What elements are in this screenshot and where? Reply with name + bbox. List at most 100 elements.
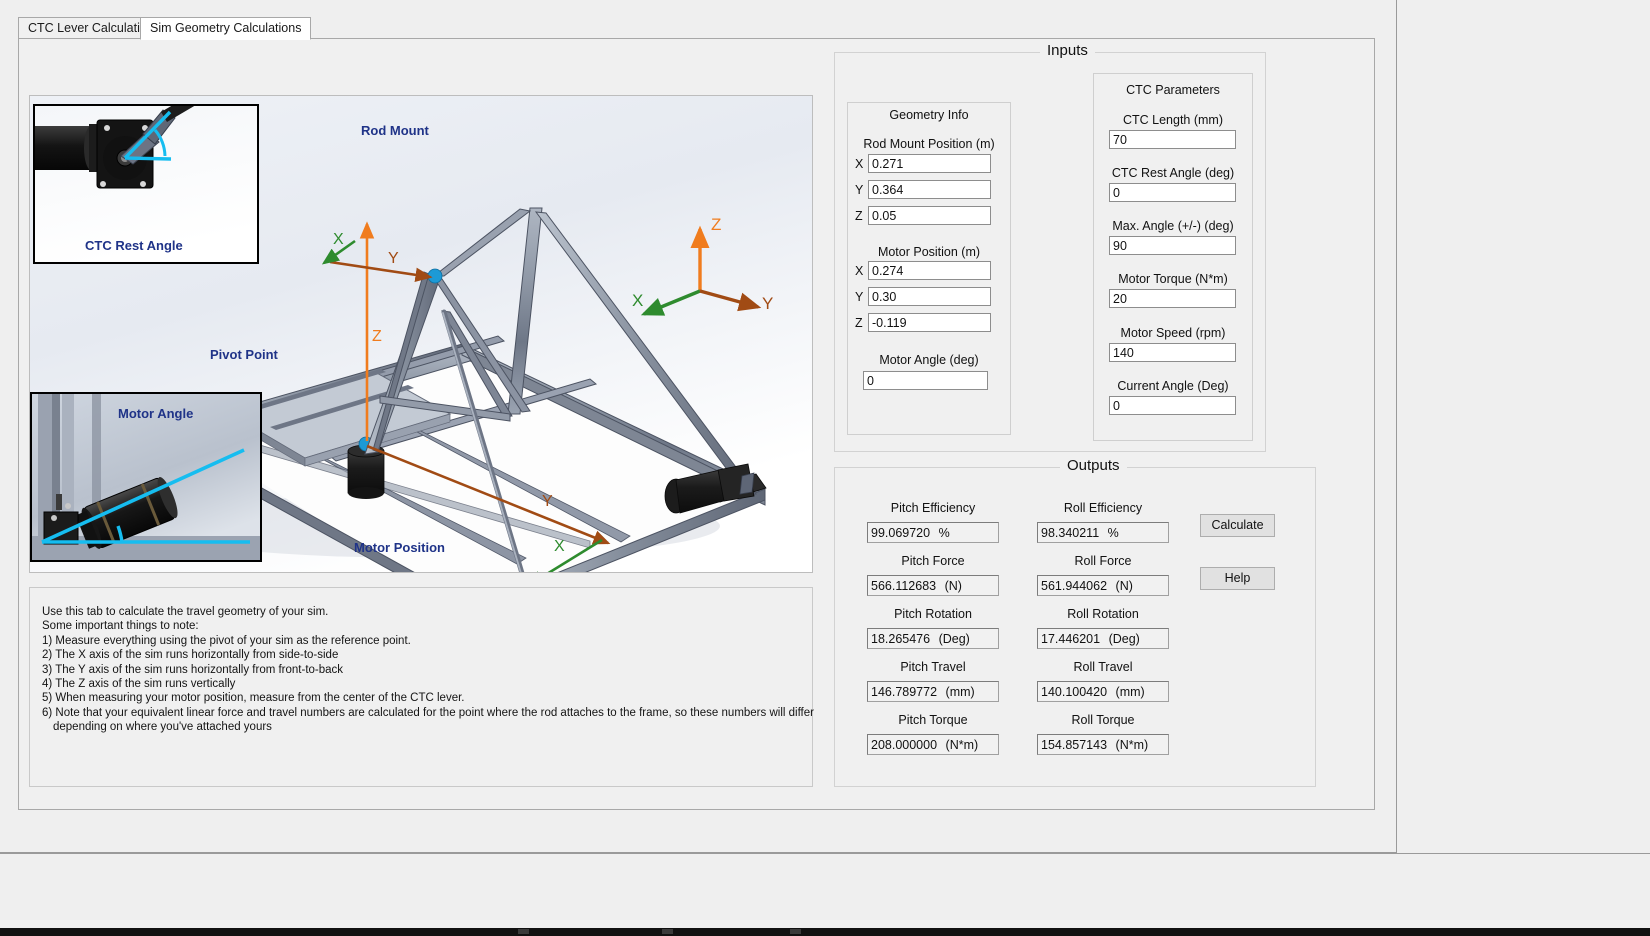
inset-label-ctc-rest-angle: CTC Rest Angle (85, 238, 183, 253)
svg-text:Y: Y (388, 250, 399, 267)
pitch-torque-unit: (N*m) (945, 738, 979, 752)
rod-mount-y-axis-label: Y (855, 183, 864, 197)
pitch-travel-value: 146.789772 (mm) (867, 681, 999, 702)
pitch-torque-value: 208.000000 (N*m) (867, 734, 999, 755)
motor-position-y-input[interactable]: 0.30 (868, 287, 991, 306)
pitch-travel-unit: (mm) (945, 685, 975, 699)
taskbar-item[interactable] (662, 929, 673, 934)
note-line: 1) Measure everything using the pivot of… (42, 634, 411, 647)
pitch-rotation-unit: (Deg) (938, 632, 970, 646)
diagram-label-motor-position: Motor Position (354, 540, 445, 555)
motor-position-x-input[interactable]: 0.274 (868, 261, 991, 280)
roll-travel-label: Roll Travel (1073, 660, 1133, 674)
sim-geometry-diagram: Z X Y Z Y X Y X CTC Rest Angle Motor Ang… (29, 95, 813, 573)
ctc-length-input[interactable]: 70 (1109, 130, 1236, 149)
tab-sim-geometry-calculations[interactable]: Sim Geometry Calculations (140, 17, 312, 40)
taskbar-item[interactable] (790, 929, 801, 934)
inputs-group: Inputs Geometry Info Rod Mount Position … (834, 42, 1266, 452)
max-angle-label: Max. Angle (+/-) (deg) (1112, 219, 1234, 233)
svg-text:X: X (333, 231, 344, 248)
help-button[interactable]: Help (1200, 567, 1275, 590)
tab-page-sim-geometry: Z X Y Z Y X Y X CTC Rest Angle Motor Ang… (18, 38, 1375, 810)
pitch-efficiency-number: 99.069720 (871, 526, 931, 540)
roll-rotation-unit: (Deg) (1108, 632, 1140, 646)
roll-torque-value: 154.857143 (N*m) (1037, 734, 1169, 755)
rod-mount-position-label: Rod Mount Position (m) (863, 137, 995, 151)
roll-travel-number: 140.100420 (1041, 685, 1108, 699)
motor-angle-input[interactable]: 0 (863, 371, 988, 390)
motor-angle-label: Motor Angle (deg) (879, 353, 979, 367)
rod-mount-z-axis-label: Z (855, 209, 863, 223)
roll-force-unit: (N) (1115, 579, 1133, 593)
note-line: 6) Note that your equivalent linear forc… (42, 706, 814, 719)
app-root: CTC Lever Calculations Sim Geometry Calc… (0, 0, 1650, 936)
instructions-panel: Use this tab to calculate the travel geo… (29, 587, 814, 787)
taskbar-item[interactable] (518, 929, 529, 934)
application-window: CTC Lever Calculations Sim Geometry Calc… (0, 0, 1397, 853)
taskbar[interactable] (0, 928, 1650, 936)
roll-force-value: 561.944062 (N) (1037, 575, 1169, 596)
ctc-length-label: CTC Length (mm) (1122, 113, 1224, 127)
ctc-rest-angle-input[interactable]: 0 (1109, 183, 1236, 202)
inset-motor-angle: Motor Angle (30, 392, 262, 562)
inset-label-motor-angle: Motor Angle (118, 406, 194, 421)
note-line: 4) The Z axis of the sim runs vertically (42, 678, 236, 691)
roll-force-number: 561.944062 (1041, 579, 1108, 593)
pitch-travel-label: Pitch Travel (900, 660, 966, 674)
pitch-travel-number: 146.789772 (871, 685, 938, 699)
motor-position-x-axis-label: X (855, 264, 864, 278)
rod-mount-x-axis-label: X (855, 157, 864, 171)
rod-mount-x-input[interactable]: 0.271 (868, 154, 991, 173)
pitch-efficiency-label: Pitch Efficiency (890, 501, 976, 515)
svg-text:X: X (632, 291, 643, 310)
motor-position-z-input[interactable]: -0.119 (868, 313, 991, 332)
desktop-background-bottom (0, 853, 1650, 936)
calculate-button[interactable]: Calculate (1200, 514, 1275, 537)
note-line: Use this tab to calculate the travel geo… (42, 606, 329, 618)
motor-position-label: Motor Position (m) (877, 245, 981, 259)
roll-efficiency-unit: % (1107, 526, 1119, 540)
motor-speed-label: Motor Speed (rpm) (1120, 326, 1226, 340)
desktop-background-right (1397, 0, 1650, 853)
motor-position-z-axis-label: Z (855, 316, 863, 330)
roll-efficiency-value: 98.340211 % (1037, 522, 1169, 543)
inputs-group-title: Inputs (1040, 42, 1095, 59)
svg-text:Z: Z (711, 215, 721, 234)
pitch-torque-number: 208.000000 (871, 738, 938, 752)
inset-ctc-rest-angle: CTC Rest Angle (33, 104, 259, 264)
pitch-efficiency-unit: % (938, 526, 950, 540)
roll-efficiency-label: Roll Efficiency (1063, 501, 1143, 515)
roll-torque-number: 154.857143 (1041, 738, 1108, 752)
roll-travel-unit: (mm) (1115, 685, 1145, 699)
note-line: Some important things to note: (42, 620, 199, 633)
motor-position-y-axis-label: Y (855, 290, 864, 304)
rod-mount-y-input[interactable]: 0.364 (868, 180, 991, 199)
current-angle-input[interactable]: 0 (1109, 396, 1236, 415)
pitch-efficiency-value: 99.069720 % (867, 522, 999, 543)
pitch-rotation-label: Pitch Rotation (894, 607, 972, 621)
motor-torque-label: Motor Torque (N*m) (1118, 272, 1228, 286)
outputs-group: Outputs Pitch Efficiency 99.069720 % Pit… (834, 457, 1316, 787)
roll-travel-value: 140.100420 (mm) (1037, 681, 1169, 702)
rod-mount-z-input[interactable]: 0.05 (868, 206, 991, 225)
roll-rotation-number: 17.446201 (1041, 632, 1101, 646)
pitch-force-unit: (N) (944, 579, 962, 593)
ctc-rest-angle-label: CTC Rest Angle (deg) (1111, 166, 1235, 180)
motor-torque-input[interactable]: 20 (1109, 289, 1236, 308)
note-line-continuation: depending on where you've attached yours (53, 721, 272, 734)
roll-torque-unit: (N*m) (1115, 738, 1149, 752)
note-line: 2) The X axis of the sim runs horizontal… (42, 649, 339, 662)
roll-force-label: Roll Force (1074, 554, 1132, 568)
max-angle-input[interactable]: 90 (1109, 236, 1236, 255)
svg-text:Y: Y (542, 493, 553, 510)
pitch-rotation-value: 18.265476 (Deg) (867, 628, 999, 649)
note-line: 3) The Y axis of the sim runs horizontal… (42, 663, 344, 676)
motor-speed-input[interactable]: 140 (1109, 343, 1236, 362)
current-angle-label: Current Angle (Deg) (1117, 379, 1229, 393)
diagram-label-rod-mount: Rod Mount (361, 123, 429, 138)
pitch-force-number: 566.112683 (871, 579, 937, 593)
ctc-parameters-title: CTC Parameters (1126, 83, 1220, 97)
pitch-force-value: 566.112683 (N) (867, 575, 999, 596)
roll-efficiency-number: 98.340211 (1041, 526, 1100, 540)
geometry-info-title: Geometry Info (889, 108, 969, 122)
